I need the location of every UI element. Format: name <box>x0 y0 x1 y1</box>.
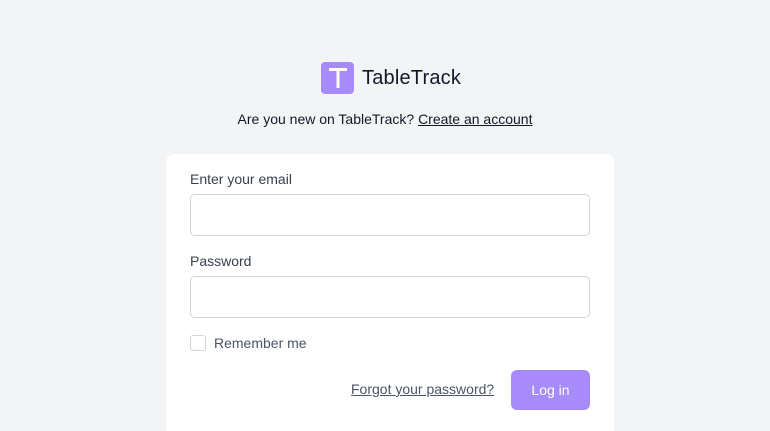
letter-t-icon <box>328 68 347 88</box>
signup-prompt: Are you new on TableTrack? Create an acc… <box>0 111 770 127</box>
email-field[interactable] <box>190 194 590 236</box>
email-label: Enter your email <box>190 171 292 187</box>
remember-me-label: Remember me <box>214 335 307 351</box>
password-label: Password <box>190 253 252 269</box>
forgot-password-link[interactable]: Forgot your password? <box>351 381 494 397</box>
remember-me-checkbox[interactable] <box>190 335 206 351</box>
login-page: TableTrack Are you new on TableTrack? Cr… <box>0 0 770 431</box>
create-account-link[interactable]: Create an account <box>418 111 532 127</box>
logo-icon <box>321 62 354 94</box>
signup-prompt-text: Are you new on TableTrack? <box>237 111 415 127</box>
password-field[interactable] <box>190 276 590 318</box>
brand-header: TableTrack <box>321 62 461 94</box>
brand-name: TableTrack <box>362 66 462 89</box>
remember-me-row: Remember me <box>190 335 307 351</box>
login-button[interactable]: Log in <box>511 370 590 410</box>
login-card: Enter your email Password Remember me Fo… <box>166 154 614 431</box>
